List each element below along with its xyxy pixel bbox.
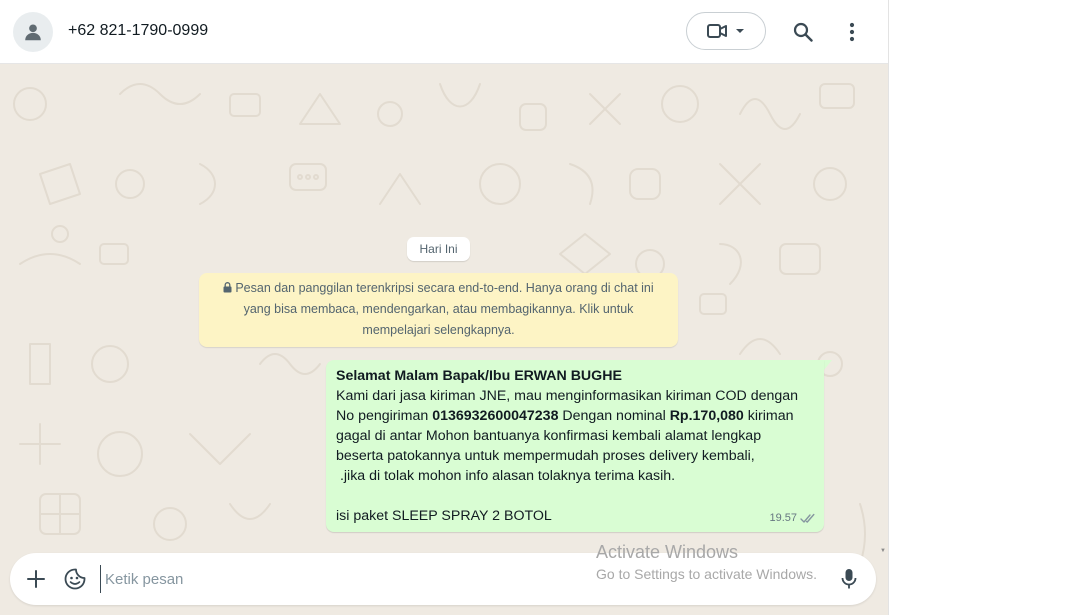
message-time: 19.57 — [769, 512, 797, 524]
message-line: isi paket SLEEP SPRAY 2 BOTOL — [336, 508, 552, 524]
bubble-tail — [824, 360, 832, 370]
empty-panel — [889, 0, 1087, 615]
message-amount: Rp.170,080 — [669, 408, 744, 424]
avatar[interactable] — [13, 12, 53, 52]
encryption-notice[interactable]: Pesan dan panggilan terenkripsi secara e… — [199, 273, 678, 347]
message-input[interactable] — [100, 565, 740, 593]
chat-header: +62 821-1790-0999 — [0, 0, 888, 64]
person-icon — [25, 24, 41, 41]
menu-button[interactable] — [838, 18, 866, 46]
outgoing-message[interactable]: Selamat Malam Bapak/Ibu ERWAN BUGHE Kami… — [326, 360, 824, 532]
more-vertical-icon — [849, 22, 855, 42]
message-line: beserta patokannya untuk mempermudah pro… — [336, 448, 755, 464]
message-line-tail: kiriman — [743, 408, 794, 424]
chevron-down-icon — [736, 29, 744, 33]
message-meta: 19.57 — [769, 508, 816, 528]
video-camera-icon — [707, 24, 727, 38]
sticker-button[interactable] — [62, 566, 88, 592]
scroll-down-arrow[interactable]: ▼ — [880, 548, 886, 554]
tracking-number: 0136932600047238 — [432, 408, 559, 424]
search-button[interactable] — [789, 18, 817, 46]
video-call-button[interactable] — [686, 12, 766, 50]
encryption-notice-text: Pesan dan panggilan terenkripsi secara e… — [235, 281, 654, 337]
message-greeting: Selamat Malam Bapak/Ibu ERWAN BUGHE — [336, 368, 622, 384]
message-blank-line — [336, 486, 814, 506]
message-no-label: No pengiriman — [336, 408, 433, 424]
message-line: Kami dari jasa kiriman JNE, mau menginfo… — [336, 388, 799, 404]
date-chip: Hari Ini — [407, 237, 470, 261]
microphone-icon — [841, 569, 857, 589]
search-icon — [793, 22, 813, 42]
plus-icon — [27, 570, 45, 588]
sticker-icon — [64, 568, 86, 590]
double-check-icon — [800, 513, 815, 523]
attach-button[interactable] — [23, 566, 49, 592]
message-line: gagal di antar Mohon bantuanya konfirmas… — [336, 428, 762, 444]
message-composer — [10, 553, 876, 605]
contact-name[interactable]: +62 821-1790-0999 — [68, 22, 208, 40]
voice-message-button[interactable] — [836, 566, 862, 592]
lock-icon — [223, 282, 232, 293]
message-line: .jika di tolak mohon info alasan tolakny… — [336, 468, 676, 484]
chat-pane: +62 821-1790-0999 Hari Ini Pesan dan pan… — [0, 0, 889, 615]
message-nominal-label: Dengan nominal — [558, 408, 670, 424]
